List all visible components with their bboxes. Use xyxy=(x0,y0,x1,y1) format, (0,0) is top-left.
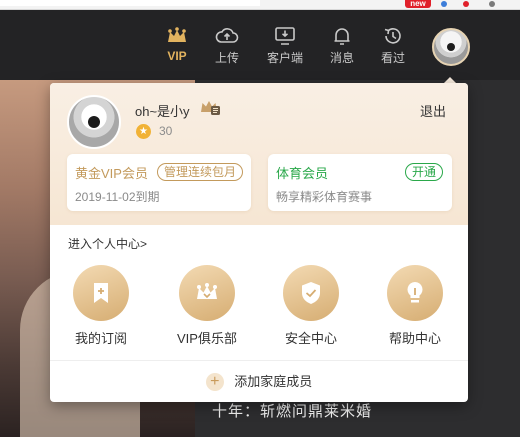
extension-icon[interactable] xyxy=(463,1,469,7)
bookmark-icon xyxy=(73,265,129,321)
nav-history-label: 看过 xyxy=(380,51,405,65)
gold-vip-card[interactable]: 黄金VIP会员 管理连续包月 2019-11-02到期 xyxy=(67,154,251,211)
sports-membership-card[interactable]: 体育会员 开通 畅享精彩体育赛事 xyxy=(268,154,452,211)
user-menu-popup: oh~是小y ★ 30 退出 黄金VIP会员 管理连续包月 2019-11-02… xyxy=(50,83,468,402)
shortcut-label: 安全中心 xyxy=(284,331,337,346)
sports-membership-desc: 畅享精彩体育赛事 xyxy=(276,190,373,204)
top-navigation-bar: VIP 上传 客户端 消息 看过 xyxy=(0,10,520,80)
upload-cloud-icon xyxy=(215,28,239,43)
plus-icon: + xyxy=(205,372,224,391)
profile-avatar[interactable] xyxy=(67,95,121,149)
add-family-member-label: 添加家庭成员 xyxy=(234,374,313,389)
nav-client[interactable]: 客户端 xyxy=(264,25,306,66)
shortcut-my-subscriptions[interactable]: 我的订阅 xyxy=(56,265,146,347)
nav-upload[interactable]: 上传 xyxy=(212,25,242,66)
logout-link[interactable]: 退出 xyxy=(420,101,446,120)
desktop-download-icon xyxy=(275,27,295,45)
shortcut-help-center[interactable]: 帮助中心 xyxy=(370,265,460,347)
extension-icon[interactable] xyxy=(441,1,447,7)
address-bar-edge xyxy=(0,0,260,6)
add-family-member-button[interactable]: + 添加家庭成员 xyxy=(50,361,468,402)
shortcut-vip-club[interactable]: VIP俱乐部 xyxy=(162,265,252,347)
nav-history[interactable]: 看过 xyxy=(378,25,408,66)
nav-vip[interactable]: VIP xyxy=(162,25,192,63)
manage-subscription-button[interactable]: 管理连续包月 xyxy=(157,163,244,181)
shortcut-label: 帮助中心 xyxy=(388,331,441,346)
coin-count: 30 xyxy=(159,124,173,138)
coin-star-icon: ★ xyxy=(136,124,151,139)
bell-icon xyxy=(334,28,350,45)
browser-toolbar-strip: new xyxy=(0,0,520,10)
crown-icon xyxy=(179,265,235,321)
shield-icon xyxy=(283,265,339,321)
nav-messages[interactable]: 消息 xyxy=(327,25,357,66)
nav-client-label: 客户端 xyxy=(266,51,303,65)
history-clock-icon xyxy=(384,28,401,44)
vip-level-badge-icon xyxy=(201,101,220,115)
activate-sports-button[interactable]: 开通 xyxy=(405,163,444,181)
gold-vip-title: 黄金VIP会员 xyxy=(75,166,148,181)
profile-username[interactable]: oh~是小y xyxy=(135,101,190,120)
user-avatar-button[interactable] xyxy=(432,28,470,66)
sports-membership-title: 体育会员 xyxy=(276,166,329,181)
shortcut-security-center[interactable]: 安全中心 xyxy=(266,265,356,347)
vip-expiry-date: 2019-11-02到期 xyxy=(75,190,160,204)
new-badge: new xyxy=(405,0,431,8)
lightbulb-icon xyxy=(387,265,443,321)
personal-center-link[interactable]: 进入个人中心> xyxy=(68,235,147,252)
extension-icon[interactable] xyxy=(489,1,495,7)
popup-header: oh~是小y ★ 30 退出 黄金VIP会员 管理连续包月 2019-11-02… xyxy=(50,83,468,225)
shortcut-label: VIP俱乐部 xyxy=(177,331,237,346)
banner-caption[interactable]: 十年：斩燃问鼎莱米婚 xyxy=(212,400,372,421)
nav-upload-label: 上传 xyxy=(214,51,239,65)
nav-vip-label: VIP xyxy=(167,49,187,63)
nav-messages-label: 消息 xyxy=(329,51,354,65)
shortcut-label: 我的订阅 xyxy=(74,331,127,346)
crown-icon xyxy=(168,27,186,42)
